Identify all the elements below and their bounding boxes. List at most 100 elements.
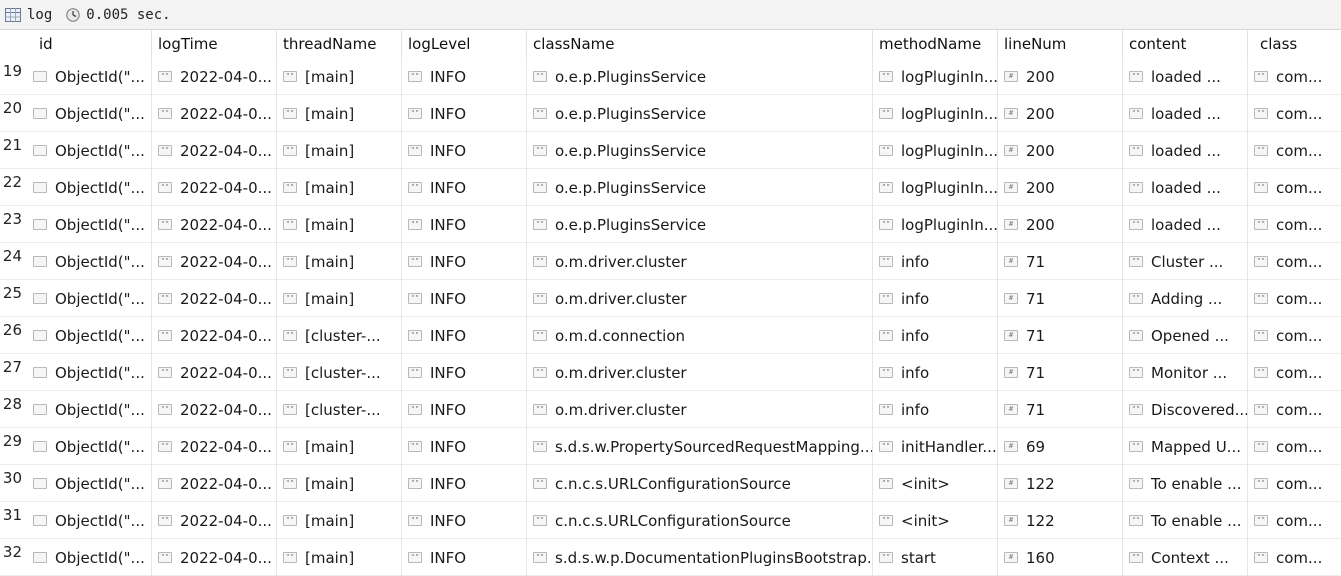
cell-content[interactable]: "" Opened ... <box>1123 317 1248 354</box>
cell-methodname[interactable]: "" info <box>873 317 998 354</box>
cell-class[interactable]: "" com... <box>1248 132 1341 169</box>
cell-content[interactable]: "" loaded ... <box>1123 132 1248 169</box>
cell-logtime[interactable]: "" 2022-04-0... <box>152 354 277 391</box>
cell-threadname[interactable]: "" [main] <box>277 95 402 132</box>
cell-linenum[interactable]: #200 <box>998 206 1123 243</box>
table-row[interactable]: 27 ObjectId("... "" 2022-04-0... "" [cluster-… <box>0 354 1341 391</box>
cell-classname[interactable]: "" o.m.driver.cluster <box>527 354 873 391</box>
table-row[interactable]: 32 ObjectId("... "" 2022-04-0... "" [main] "" I… <box>0 539 1341 576</box>
cell-classname[interactable]: "" o.e.p.PluginsService <box>527 95 873 132</box>
cell-loglevel[interactable]: "" INFO <box>402 539 527 576</box>
cell-methodname[interactable]: "" logPluginIn... <box>873 206 998 243</box>
cell-content[interactable]: "" Context ... <box>1123 539 1248 576</box>
cell-methodname[interactable]: "" info <box>873 354 998 391</box>
cell-id[interactable]: ObjectId("... <box>27 465 152 502</box>
table-row[interactable]: 19 ObjectId("... "" 2022-04-0... "" [main] "" I… <box>0 58 1341 95</box>
cell-methodname[interactable]: "" info <box>873 243 998 280</box>
cell-linenum[interactable]: #200 <box>998 58 1123 95</box>
cell-classname[interactable]: "" o.m.driver.cluster <box>527 391 873 428</box>
cell-content[interactable]: "" To enable ... <box>1123 502 1248 539</box>
table-row[interactable]: 23 ObjectId("... "" 2022-04-0... "" [main] "" I… <box>0 206 1341 243</box>
cell-threadname[interactable]: "" [cluster-... <box>277 317 402 354</box>
cell-methodname[interactable]: "" initHandler... <box>873 428 998 465</box>
cell-linenum[interactable]: #200 <box>998 169 1123 206</box>
cell-threadname[interactable]: "" [main] <box>277 465 402 502</box>
cell-linenum[interactable]: #160 <box>998 539 1123 576</box>
cell-methodname[interactable]: "" <init> <box>873 465 998 502</box>
cell-class[interactable]: "" com... <box>1248 354 1341 391</box>
cell-methodname[interactable]: "" <init> <box>873 502 998 539</box>
cell-loglevel[interactable]: "" INFO <box>402 243 527 280</box>
cell-class[interactable]: "" com... <box>1248 280 1341 317</box>
cell-class[interactable]: "" com... <box>1248 391 1341 428</box>
cell-logtime[interactable]: "" 2022-04-0... <box>152 58 277 95</box>
cell-class[interactable]: "" com... <box>1248 169 1341 206</box>
cell-class[interactable]: "" com... <box>1248 58 1341 95</box>
cell-threadname[interactable]: "" [main] <box>277 58 402 95</box>
cell-linenum[interactable]: #69 <box>998 428 1123 465</box>
cell-class[interactable]: "" com... <box>1248 95 1341 132</box>
cell-loglevel[interactable]: "" INFO <box>402 58 527 95</box>
cell-id[interactable]: ObjectId("... <box>27 206 152 243</box>
cell-classname[interactable]: "" o.e.p.PluginsService <box>527 58 873 95</box>
cell-loglevel[interactable]: "" INFO <box>402 206 527 243</box>
cell-id[interactable]: ObjectId("... <box>27 280 152 317</box>
cell-threadname[interactable]: "" [main] <box>277 428 402 465</box>
cell-content[interactable]: "" Cluster ... <box>1123 243 1248 280</box>
cell-classname[interactable]: "" o.m.driver.cluster <box>527 243 873 280</box>
cell-id[interactable]: ObjectId("... <box>27 58 152 95</box>
cell-id[interactable]: ObjectId("... <box>27 169 152 206</box>
cell-content[interactable]: "" To enable ... <box>1123 465 1248 502</box>
cell-linenum[interactable]: #200 <box>998 95 1123 132</box>
cell-classname[interactable]: "" o.e.p.PluginsService <box>527 169 873 206</box>
cell-logtime[interactable]: "" 2022-04-0... <box>152 95 277 132</box>
cell-class[interactable]: "" com... <box>1248 428 1341 465</box>
cell-linenum[interactable]: #71 <box>998 317 1123 354</box>
cell-logtime[interactable]: "" 2022-04-0... <box>152 280 277 317</box>
cell-classname[interactable]: "" c.n.c.s.URLConfigurationSource <box>527 465 873 502</box>
column-header-threadname[interactable]: threadName <box>277 30 402 58</box>
cell-classname[interactable]: "" o.m.driver.cluster <box>527 280 873 317</box>
table-row[interactable]: 28 ObjectId("... "" 2022-04-0... "" [cluster-… <box>0 391 1341 428</box>
column-header-linenum[interactable]: lineNum <box>998 30 1123 58</box>
cell-classname[interactable]: "" o.m.d.connection <box>527 317 873 354</box>
cell-classname[interactable]: "" s.d.s.w.p.DocumentationPluginsBootstra… <box>527 539 873 576</box>
cell-content[interactable]: "" loaded ... <box>1123 95 1248 132</box>
cell-methodname[interactable]: "" start <box>873 539 998 576</box>
table-row[interactable]: 29 ObjectId("... "" 2022-04-0... "" [main] "" I… <box>0 428 1341 465</box>
table-row[interactable]: 25 ObjectId("... "" 2022-04-0... "" [main] "" I… <box>0 280 1341 317</box>
cell-threadname[interactable]: "" [cluster-... <box>277 391 402 428</box>
cell-linenum[interactable]: #71 <box>998 280 1123 317</box>
table-row[interactable]: 26 ObjectId("... "" 2022-04-0... "" [cluster-… <box>0 317 1341 354</box>
cell-logtime[interactable]: "" 2022-04-0... <box>152 243 277 280</box>
cell-logtime[interactable]: "" 2022-04-0... <box>152 132 277 169</box>
cell-threadname[interactable]: "" [main] <box>277 502 402 539</box>
cell-methodname[interactable]: "" info <box>873 391 998 428</box>
cell-threadname[interactable]: "" [main] <box>277 206 402 243</box>
cell-content[interactable]: "" loaded ... <box>1123 169 1248 206</box>
cell-classname[interactable]: "" c.n.c.s.URLConfigurationSource <box>527 502 873 539</box>
cell-threadname[interactable]: "" [main] <box>277 132 402 169</box>
cell-loglevel[interactable]: "" INFO <box>402 280 527 317</box>
table-row[interactable]: 31 ObjectId("... "" 2022-04-0... "" [main] "" I… <box>0 502 1341 539</box>
cell-classname[interactable]: "" o.e.p.PluginsService <box>527 132 873 169</box>
cell-threadname[interactable]: "" [main] <box>277 169 402 206</box>
cell-id[interactable]: ObjectId("... <box>27 391 152 428</box>
cell-methodname[interactable]: "" info <box>873 280 998 317</box>
cell-content[interactable]: "" Discovered... <box>1123 391 1248 428</box>
cell-id[interactable]: ObjectId("... <box>27 539 152 576</box>
cell-loglevel[interactable]: "" INFO <box>402 428 527 465</box>
cell-class[interactable]: "" com... <box>1248 206 1341 243</box>
table-row[interactable]: 20 ObjectId("... "" 2022-04-0... "" [main] "" I… <box>0 95 1341 132</box>
cell-logtime[interactable]: "" 2022-04-0... <box>152 169 277 206</box>
cell-logtime[interactable]: "" 2022-04-0... <box>152 465 277 502</box>
cell-loglevel[interactable]: "" INFO <box>402 317 527 354</box>
cell-content[interactable]: "" Adding ... <box>1123 280 1248 317</box>
cell-logtime[interactable]: "" 2022-04-0... <box>152 428 277 465</box>
cell-class[interactable]: "" com... <box>1248 539 1341 576</box>
cell-linenum[interactable]: #200 <box>998 132 1123 169</box>
table-row[interactable]: 24 ObjectId("... "" 2022-04-0... "" [main] "" I… <box>0 243 1341 280</box>
cell-id[interactable]: ObjectId("... <box>27 428 152 465</box>
column-header-methodname[interactable]: methodName <box>873 30 998 58</box>
cell-linenum[interactable]: #122 <box>998 465 1123 502</box>
